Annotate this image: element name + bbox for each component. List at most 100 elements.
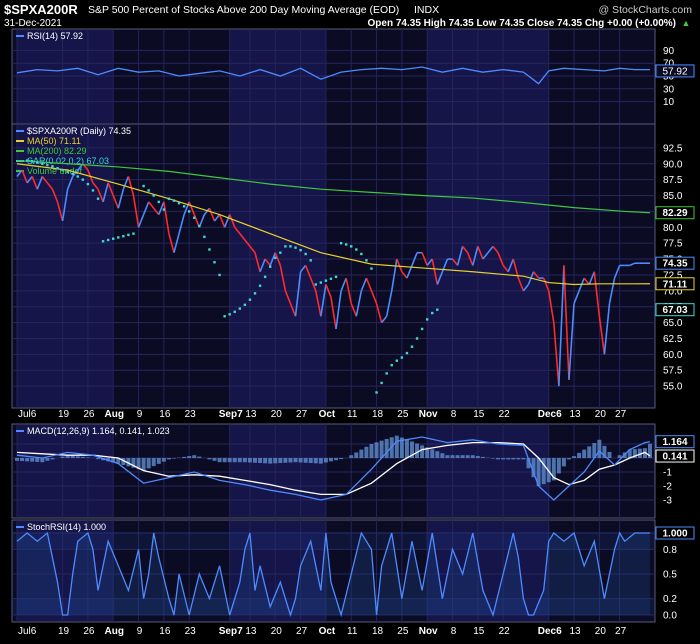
sar-point bbox=[102, 240, 104, 242]
sar-point bbox=[208, 248, 210, 250]
y-tick-label: 10 bbox=[663, 97, 675, 108]
sar-point bbox=[198, 225, 200, 227]
y-tick-label: 0.2 bbox=[663, 594, 677, 605]
macd-hist-bar bbox=[451, 455, 455, 458]
macd-hist-bar bbox=[20, 458, 24, 461]
sar-point bbox=[294, 246, 296, 248]
sar-point bbox=[97, 198, 99, 200]
x-tick-label: 8 bbox=[451, 626, 457, 637]
sar-point bbox=[411, 346, 413, 348]
sar-point bbox=[31, 160, 33, 162]
macd-hist-bar bbox=[461, 455, 465, 458]
macd-hist-bar bbox=[45, 458, 49, 461]
x-tick-label: Oct bbox=[319, 409, 336, 420]
x-tick-label: 26 bbox=[83, 409, 95, 420]
x-tick-label: 18 bbox=[372, 626, 384, 637]
x-tick-label: 15 bbox=[473, 626, 485, 637]
macd-hist-bar bbox=[516, 458, 520, 459]
y-tick-label: 60.0 bbox=[663, 350, 683, 361]
sar-point bbox=[416, 337, 418, 339]
y-tick-label: 85.0 bbox=[663, 191, 683, 202]
sar-point bbox=[375, 391, 377, 393]
macd-hist-bar bbox=[142, 458, 146, 471]
x-tick-label: 13 bbox=[245, 626, 257, 637]
macd-hist-bar bbox=[192, 455, 196, 458]
value-badge-label: 1.000 bbox=[662, 529, 687, 540]
macd-hist-bar bbox=[380, 441, 384, 458]
macd-hist-bar bbox=[577, 453, 581, 458]
x-tick-label: 23 bbox=[185, 409, 197, 420]
y-tick-label: 77.5 bbox=[663, 239, 683, 250]
sar-point bbox=[153, 194, 155, 196]
x-tick-label: 9 bbox=[137, 409, 143, 420]
panel-title: RSI(14) 57.92 bbox=[27, 31, 83, 41]
macd-hist-bar bbox=[349, 455, 353, 458]
sar-point bbox=[132, 232, 134, 234]
macd-hist-bar bbox=[238, 458, 242, 462]
sar-point bbox=[365, 259, 367, 261]
macd-hist-bar bbox=[152, 458, 156, 466]
y-tick-label: 0.0 bbox=[663, 611, 677, 622]
chart-date: 31-Dec-2021 bbox=[4, 18, 62, 29]
legend-entry: SAR(0.02,0.2) 67.03 bbox=[27, 156, 109, 166]
sar-point bbox=[56, 167, 58, 169]
macd-hist-bar bbox=[521, 458, 525, 459]
macd-hist-bar bbox=[258, 458, 262, 463]
sar-point bbox=[345, 243, 347, 245]
sar-point bbox=[213, 261, 215, 263]
month-band bbox=[230, 425, 326, 517]
panel-title: StochRSI(14) 1.000 bbox=[27, 522, 106, 532]
macd-hist-bar bbox=[197, 457, 201, 458]
macd-hist-bar bbox=[288, 458, 292, 462]
sar-point bbox=[340, 242, 342, 244]
macd-hist-bar bbox=[471, 455, 475, 458]
macd-hist-bar bbox=[339, 458, 343, 459]
sar-point bbox=[436, 308, 438, 310]
macd-hist-bar bbox=[430, 449, 434, 458]
macd-hist-bar bbox=[364, 447, 368, 458]
sar-point bbox=[254, 292, 256, 294]
sar-point bbox=[320, 281, 322, 283]
macd-hist-bar bbox=[25, 458, 29, 461]
watermark: @ StockCharts.com bbox=[598, 4, 692, 16]
macd-hist-bar bbox=[572, 456, 576, 458]
x-tick-label: 15 bbox=[473, 409, 485, 420]
value-badge-label: 82.29 bbox=[662, 208, 687, 219]
macd-hist-bar bbox=[385, 439, 389, 458]
macd-hist-bar bbox=[212, 458, 216, 461]
macd-hist-bar bbox=[243, 458, 247, 462]
macd-hist-bar bbox=[278, 458, 282, 463]
macd-hist-bar bbox=[354, 452, 358, 458]
value-badge-label: 71.11 bbox=[663, 279, 688, 290]
macd-hist-bar bbox=[405, 440, 409, 458]
macd-hist-bar bbox=[359, 450, 363, 458]
macd-hist-bar bbox=[167, 458, 171, 459]
panel-title: MACD(12,26,9) 1.164, 0.141, 1.023 bbox=[27, 426, 170, 436]
x-tick-label: 19 bbox=[58, 409, 70, 420]
y-tick-label: 57.5 bbox=[663, 366, 683, 377]
macd-hist-bar bbox=[369, 444, 373, 458]
chart-exchange: INDX bbox=[414, 4, 439, 16]
sar-point bbox=[391, 364, 393, 366]
sar-point bbox=[72, 173, 74, 175]
x-tick-label: 16 bbox=[159, 626, 171, 637]
sar-point bbox=[335, 276, 337, 278]
y-tick-label: -2 bbox=[663, 482, 672, 493]
value-badge-label: 67.03 bbox=[662, 305, 687, 316]
macd-hist-bar bbox=[71, 456, 75, 458]
sar-point bbox=[325, 279, 327, 281]
macd-hist-bar bbox=[395, 436, 399, 458]
y-tick-label: 0.5 bbox=[663, 570, 677, 581]
x-tick-label: 23 bbox=[185, 626, 197, 637]
sar-point bbox=[107, 239, 109, 241]
sar-point bbox=[401, 356, 403, 358]
sar-point bbox=[46, 164, 48, 166]
sar-point bbox=[147, 189, 149, 191]
x-tick-label: Nov bbox=[419, 409, 438, 420]
macd-hist-bar bbox=[334, 458, 338, 460]
rsi-value-label: 57.92 bbox=[662, 66, 687, 77]
chart-canvas: $SPXA200R S&P 500 Percent of Stocks Abov… bbox=[0, 0, 700, 639]
x-tick-label: 20 bbox=[271, 409, 283, 420]
macd-hist-bar bbox=[506, 458, 510, 459]
sar-point bbox=[244, 304, 246, 306]
